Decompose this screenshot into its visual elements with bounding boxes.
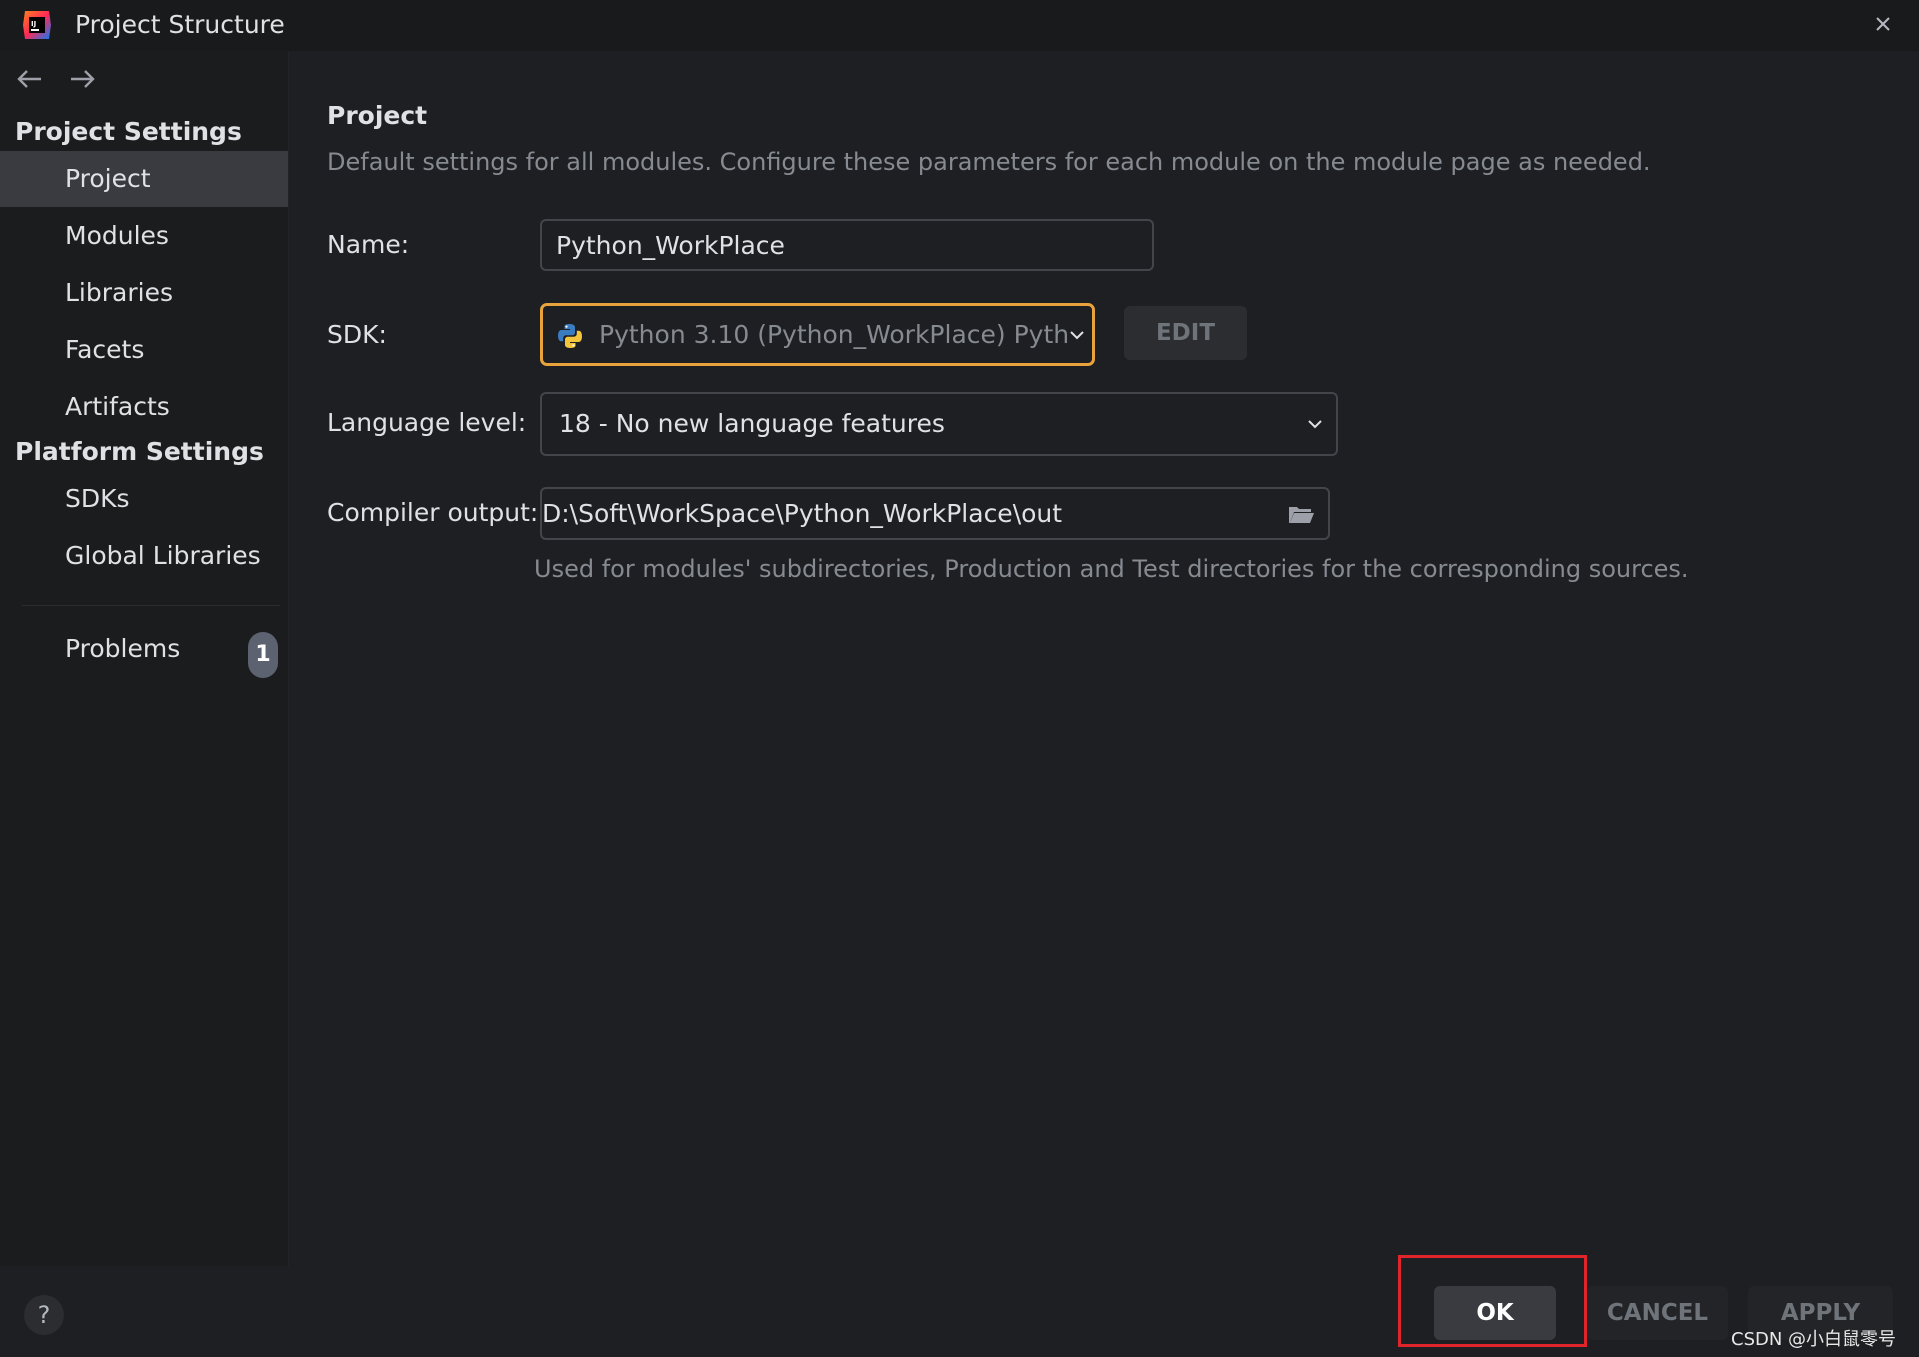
platform-settings-header: Platform Settings: [15, 437, 264, 466]
sidebar-item-project[interactable]: Project: [0, 151, 288, 207]
sidebar-item-libraries[interactable]: Libraries: [0, 265, 288, 321]
title-bar: IJ Project Structure: [0, 0, 1919, 51]
history-navigation: [14, 63, 98, 99]
sidebar-divider: [22, 605, 280, 606]
sidebar-item-label: Project: [65, 164, 151, 193]
sidebar-item-sdks[interactable]: SDKs: [0, 471, 288, 527]
sidebar-item-global-libraries[interactable]: Global Libraries: [0, 528, 288, 584]
svg-text:IJ: IJ: [31, 20, 36, 28]
sidebar-item-label: Global Libraries: [65, 541, 261, 570]
language-level-dropdown[interactable]: 18 - No new language features: [540, 392, 1338, 456]
annotation-highlight-box: [1398, 1255, 1587, 1347]
project-structure-dialog: IJ Project Structure Project Settings Pr…: [0, 0, 1919, 1357]
forward-arrow-icon[interactable]: [66, 63, 98, 95]
compiler-output-input[interactable]: [542, 489, 1262, 538]
sidebar-item-label: Artifacts: [65, 392, 170, 421]
page-description: Default settings for all modules. Config…: [327, 148, 1651, 176]
close-icon[interactable]: [1867, 8, 1899, 40]
problems-count-badge: 1: [248, 632, 278, 678]
sidebar-item-label: Libraries: [65, 278, 173, 307]
compiler-output-field: [540, 487, 1330, 540]
window-title: Project Structure: [75, 10, 285, 39]
sidebar-divider-vertical: [288, 51, 289, 1266]
sdk-label: SDK:: [327, 320, 387, 349]
language-level-selected-value: 18 - No new language features: [559, 409, 945, 438]
name-label: Name:: [327, 230, 410, 259]
sidebar-item-label: Facets: [65, 335, 145, 364]
sdk-selected-value: Python 3.10 (Python_WorkPlace) Python 3.…: [599, 320, 1069, 349]
project-settings-header: Project Settings: [15, 117, 242, 146]
chevron-down-icon: [1070, 331, 1084, 340]
sidebar-item-label: SDKs: [65, 484, 130, 513]
sidebar-item-facets[interactable]: Facets: [0, 322, 288, 378]
sidebar-item-artifacts[interactable]: Artifacts: [0, 379, 288, 435]
page-title: Project: [327, 101, 428, 130]
sidebar-item-problems[interactable]: Problems 1: [0, 621, 288, 678]
watermark: CSDN @小白鼠零号: [1731, 1329, 1897, 1350]
sdk-edit-button[interactable]: EDIT: [1124, 306, 1247, 360]
back-arrow-icon[interactable]: [14, 63, 46, 95]
python-icon: [558, 324, 582, 348]
sidebar: Project Settings Project Modules Librari…: [0, 51, 288, 1266]
intellij-logo-icon: IJ: [23, 11, 51, 39]
help-button[interactable]: ?: [24, 1295, 64, 1335]
folder-open-icon[interactable]: [1286, 499, 1316, 529]
language-level-label: Language level:: [327, 408, 527, 437]
sidebar-item-modules[interactable]: Modules: [0, 208, 288, 264]
project-name-input[interactable]: [540, 219, 1154, 271]
cancel-button[interactable]: CANCEL: [1587, 1286, 1728, 1340]
sidebar-item-label: Problems: [65, 634, 181, 663]
chevron-down-icon: [1308, 420, 1322, 429]
compiler-output-hint: Used for modules' subdirectories, Produc…: [534, 555, 1689, 583]
sdk-dropdown[interactable]: Python 3.10 (Python_WorkPlace) Python 3.…: [540, 303, 1095, 366]
sidebar-item-label: Modules: [65, 221, 169, 250]
compiler-output-label: Compiler output:: [327, 498, 539, 527]
